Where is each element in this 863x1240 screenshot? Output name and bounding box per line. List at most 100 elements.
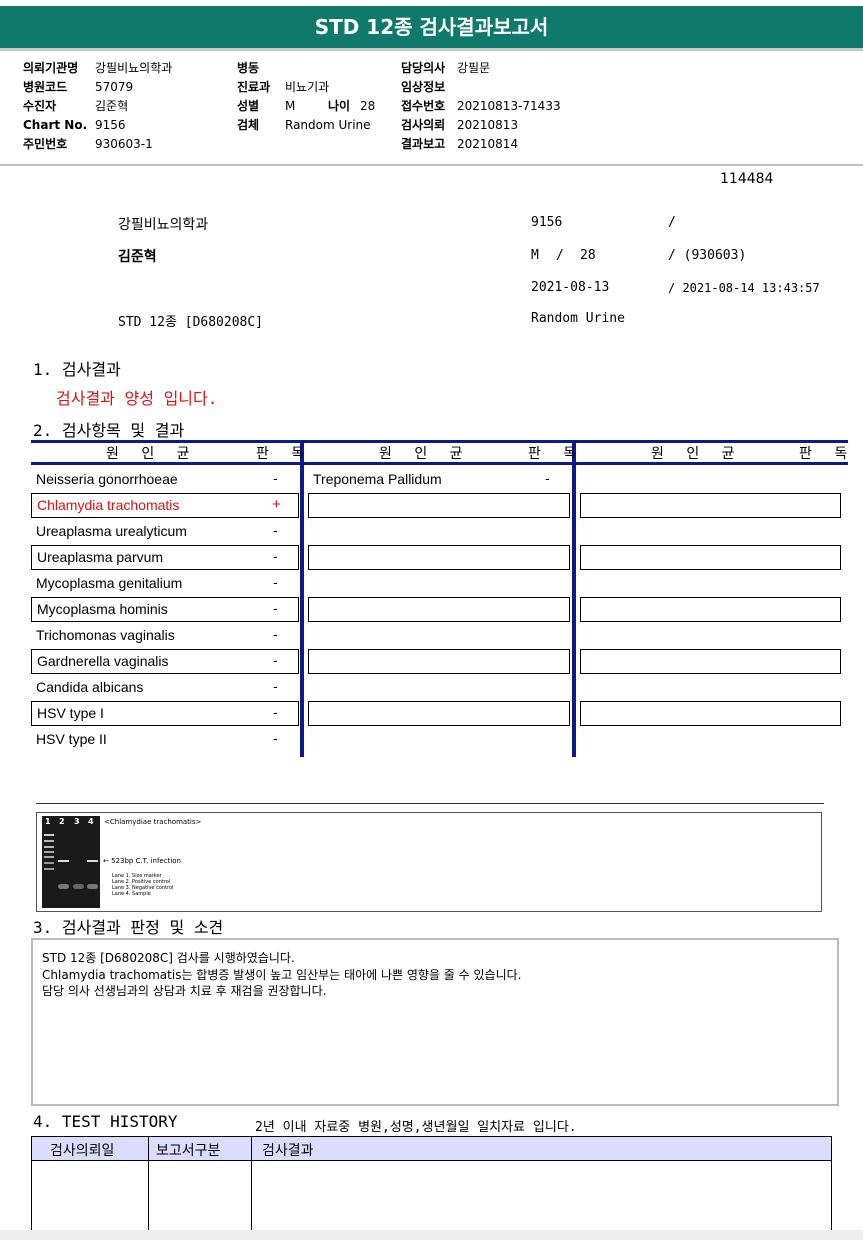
column-header-result: 판 독 (528, 446, 586, 462)
header-value: 20210813 (457, 118, 519, 132)
table-row: Ureaplasma parvum - (31, 545, 299, 570)
patient-name: 김준혁 (118, 249, 157, 265)
history-header-request-date: 검사의뢰일 (50, 1143, 115, 1159)
header-value: Random Urine (285, 118, 371, 132)
pathogen-result: - (273, 600, 278, 616)
gel-legend: Lane 1. Size marker Lane 2. Positive con… (112, 873, 173, 897)
pathogen-name: Neisseria gonorrhoeae (36, 471, 178, 487)
header-label: 주민번호 (23, 137, 68, 151)
header-middle: 병동 진료과 비뇨기과 성별 M 나이 28 검체 Random Urine (237, 57, 375, 133)
pathogen-result: + (272, 496, 281, 513)
patient-sex: M (531, 248, 539, 263)
specimen-type: Random Urine (531, 311, 625, 326)
gel-lane-number: 3 (74, 817, 80, 826)
header-value: 57079 (95, 80, 134, 94)
table-row: Ureaplasma urealyticum - (31, 519, 299, 544)
history-table-header (31, 1136, 832, 1161)
section-4-title: 4. TEST HISTORY (33, 1112, 178, 1131)
column-header-pathogen: 원 인 균 (379, 446, 472, 462)
header-label: 수진자 (23, 99, 57, 113)
history-header-report-type: 보고서구분 (156, 1143, 221, 1159)
age-value: 28 (360, 99, 376, 113)
header-value: 930603-1 (95, 137, 153, 151)
header-value: 20210813-71433 (457, 99, 561, 113)
table-row: Mycoplasma genitalium - (31, 571, 299, 596)
column-header-pathogen: 원 인 균 (651, 446, 744, 462)
pathogen-name: Mycoplasma genitalium (36, 575, 183, 591)
pathogen-name: HSV type II (36, 731, 107, 747)
patient-age: 28 (580, 248, 596, 263)
header-right: 담당의사 강필문 임상정보 접수번호 20210813-71433 검사의뢰 2021… (401, 57, 561, 152)
empty-row (580, 649, 841, 674)
column-header-result: 판 독 (799, 446, 857, 462)
pathogen-result: - (545, 470, 550, 486)
header-label: 성별 (237, 99, 260, 113)
header-value: 20210814 (457, 137, 519, 151)
age-label: 나이 (328, 99, 351, 113)
header-value: 강필문 (457, 61, 491, 75)
sex-age-separator: / (556, 248, 564, 263)
pathogen-result: - (273, 574, 278, 590)
gel-lane-number: 4 (88, 817, 94, 826)
header-value: M (285, 99, 296, 113)
pathogen-result: - (273, 548, 278, 564)
comment-box: STD 12종 [D680208C] 검사를 시행하였습니다. Chlamydi… (31, 938, 839, 1106)
comment-line: 담당 의사 선생님과의 상담과 치료 후 재검을 권장합니다. (42, 984, 327, 998)
pathogen-name: HSV type I (37, 705, 104, 721)
gel-lane-number: 1 (45, 817, 51, 826)
column-header-pathogen: 원 인 균 (106, 446, 199, 462)
gel-lane-number: 2 (59, 817, 65, 826)
comment-line: STD 12종 [D680208C] 검사를 시행하였습니다. (42, 951, 295, 965)
pathogen-result: - (273, 704, 278, 720)
pathogen-name: Candida albicans (36, 679, 144, 695)
empty-row (308, 597, 570, 622)
page-bottom-edge (0, 1230, 863, 1240)
pathogen-result: - (273, 652, 278, 668)
empty-row (580, 545, 841, 570)
header-value: 김준혁 (95, 99, 129, 113)
test-name: STD 12종 [D680208C] (118, 315, 264, 330)
report-datetime: / 2021-08-14 13:43:57 (668, 281, 820, 295)
header-label: 의뢰기관명 (23, 61, 79, 75)
header-value: 9156 (95, 118, 126, 132)
pathogen-name: Mycoplasma hominis (37, 601, 168, 617)
gel-band-text: 523bp C.T. infection (111, 857, 181, 865)
header-label: 담당의사 (401, 61, 446, 75)
history-header-result: 검사결과 (262, 1143, 314, 1159)
pathogen-name: Gardnerella vaginalis (37, 653, 169, 669)
empty-row (308, 649, 570, 674)
pathogen-result: - (273, 470, 278, 486)
empty-row (580, 493, 841, 518)
patient-birth: / (930603) (668, 248, 747, 263)
header-value: 비뇨기과 (285, 80, 330, 94)
header-label: 임상정보 (401, 80, 446, 94)
header-left: 의뢰기관명 강필비뇨의학과 병원코드 57079 수진자 김준혁 Chart No. 9… (23, 57, 172, 152)
header-label: 진료과 (237, 80, 271, 94)
pathogen-result: - (273, 678, 278, 694)
section-2-title: 2. 검사항목 및 결과 (33, 421, 185, 440)
header-label: 병동 (237, 61, 260, 75)
section-3-title: 3. 검사결과 판정 및 소견 (33, 918, 224, 937)
header-label: 결과보고 (401, 137, 446, 151)
empty-row (308, 545, 570, 570)
header-label: 접수번호 (401, 99, 446, 113)
table-row: Treponema Pallidum - (308, 467, 570, 492)
column-divider (572, 440, 576, 757)
header-value: 강필비뇨의학과 (95, 61, 173, 75)
table-row: Neisseria gonorrhoeae - (31, 467, 299, 492)
comment-line: Chlamydia trachomatis는 합병증 발생이 높고 임산부는 태… (42, 968, 522, 982)
history-column-divider (251, 1136, 252, 1232)
history-note: 2년 이내 자료중 병원,성명,생년월일 일치자료 입니다. (255, 1120, 577, 1135)
gel-top-rule (36, 803, 824, 804)
pathogen-name: Ureaplasma parvum (37, 549, 164, 565)
gel-caption: <Chlamydiae trachomatis> (104, 818, 202, 826)
table-row: HSV type I - (31, 701, 299, 726)
pathogen-result: - (273, 730, 278, 746)
history-column-divider (148, 1136, 149, 1232)
section-1-title: 1. 검사결과 (33, 360, 121, 379)
header-label: 병원코드 (23, 80, 68, 94)
column-header-result: 판 독 (256, 446, 314, 462)
pathogen-name: Trichomonas vaginalis (36, 627, 175, 643)
chart-number: 9156 (531, 215, 563, 230)
slash-separator: / (668, 215, 676, 230)
